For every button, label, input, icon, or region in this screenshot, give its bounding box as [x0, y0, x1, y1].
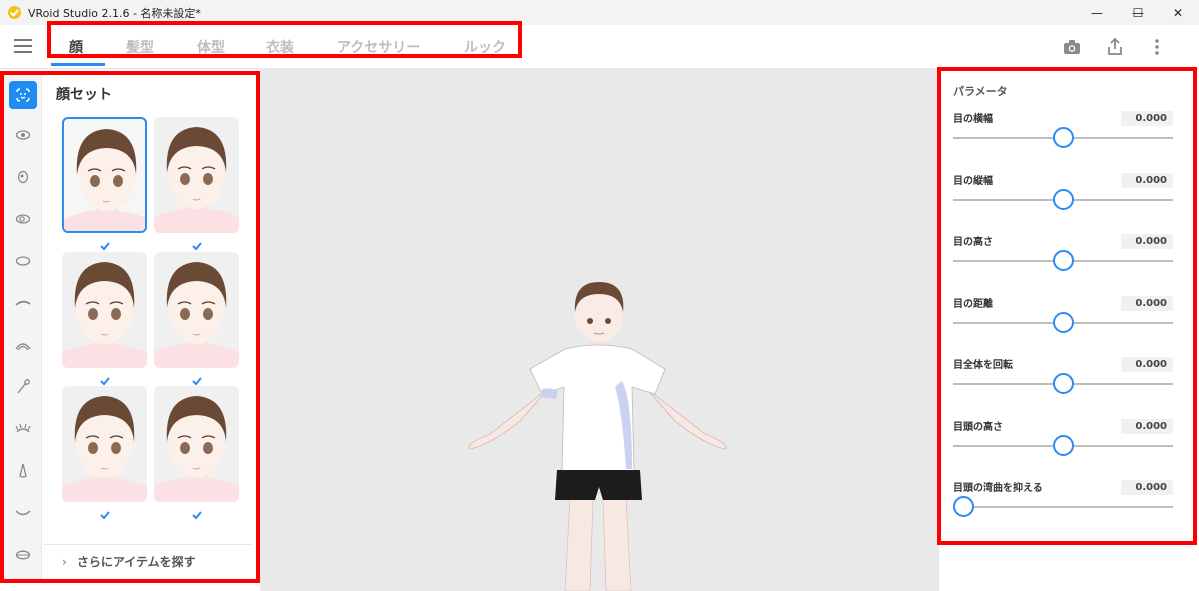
vroid-app-icon: [8, 6, 21, 19]
chevron-right-icon: ›: [62, 554, 67, 569]
checkmark-icon: [191, 237, 203, 251]
parameter-label: 目の高さ: [953, 237, 993, 248]
parameter-value-field[interactable]: 0.000: [1121, 234, 1173, 249]
hamburger-menu-icon[interactable]: [14, 39, 32, 53]
eye-outline-icon[interactable]: [9, 205, 37, 233]
eye-white-icon[interactable]: [9, 247, 37, 275]
3d-viewport[interactable]: [260, 69, 939, 591]
parameter-label: 目全体を回転: [953, 360, 1013, 371]
face-icon[interactable]: [9, 81, 37, 109]
find-more-items-button[interactable]: › さらにアイテムを探す: [44, 544, 252, 578]
parameter-value-field[interactable]: 0.000: [1121, 296, 1173, 311]
parameter-label: 目の縦幅: [953, 176, 993, 187]
parameter-value-field[interactable]: 0.000: [1121, 357, 1173, 372]
face-set-item[interactable]: [154, 386, 239, 502]
tab-hairstyle[interactable]: 髪型: [126, 37, 154, 57]
eyelash-icon[interactable]: [9, 415, 37, 443]
minimize-button[interactable]: —: [1074, 0, 1120, 25]
parameter-label: 目の距離: [953, 299, 993, 310]
parameter-value-field[interactable]: 0.000: [1121, 419, 1173, 434]
slider-knob[interactable]: [1053, 435, 1074, 456]
slider-knob[interactable]: [1053, 373, 1074, 394]
iris-icon[interactable]: [9, 163, 37, 191]
ear-icon[interactable]: [9, 541, 37, 569]
active-tab-indicator: [51, 63, 105, 66]
face-preview: [154, 396, 239, 502]
checkmark-icon: [99, 237, 111, 251]
checkmark-icon: [191, 506, 203, 520]
tab-look[interactable]: ルック: [464, 37, 506, 57]
face-preview: [154, 127, 239, 233]
checkmark-icon: [191, 372, 203, 386]
checkmark-icon: [99, 372, 111, 386]
face-set-item[interactable]: [62, 386, 147, 502]
more-vertical-icon[interactable]: [1147, 37, 1167, 57]
face-set-item[interactable]: [154, 252, 239, 368]
avatar-model: [468, 282, 727, 591]
close-button[interactable]: ✕: [1155, 0, 1199, 25]
face-preview: [64, 129, 145, 231]
slider-track[interactable]: [953, 506, 1173, 508]
mouth-icon[interactable]: [9, 499, 37, 527]
category-icon-rail: [4, 75, 42, 579]
tab-outfit[interactable]: 衣装: [266, 37, 294, 57]
face-preview: [62, 262, 147, 368]
parameter-value-field[interactable]: 0.000: [1121, 111, 1173, 126]
parameter-label: 目の横幅: [953, 114, 993, 125]
find-more-items-label: さらにアイテムを探す: [76, 555, 196, 569]
parameter-value-field[interactable]: 0.000: [1121, 480, 1173, 495]
slider-knob[interactable]: [953, 496, 974, 517]
slider-knob[interactable]: [1053, 189, 1074, 210]
tab-face[interactable]: 顔: [69, 37, 83, 57]
eyelid-icon[interactable]: [9, 331, 37, 359]
camera-icon[interactable]: [1062, 37, 1082, 57]
slider-knob[interactable]: [1053, 312, 1074, 333]
face-preview: [154, 262, 239, 368]
face-set-title: 顔セット: [56, 87, 112, 103]
face-set-item[interactable]: [154, 117, 239, 233]
checkmark-icon: [99, 506, 111, 520]
eyeshadow-brush-icon[interactable]: [9, 373, 37, 401]
parameter-label: 目頭の高さ: [953, 422, 1003, 433]
parameter-value-field[interactable]: 0.000: [1121, 173, 1173, 188]
face-set-item[interactable]: [62, 252, 147, 368]
eye-icon[interactable]: [9, 121, 37, 149]
tab-accessory[interactable]: アクセサリー: [337, 37, 420, 57]
parameters-title: パラメータ: [953, 85, 1008, 98]
window-title: VRoid Studio 2.1.6 - 名称未設定*: [28, 6, 201, 20]
share-icon[interactable]: [1105, 37, 1125, 57]
face-preview: [62, 396, 147, 502]
face-set-item[interactable]: [62, 117, 147, 233]
parameter-label: 目頭の湾曲を抑える: [953, 483, 1043, 494]
eyebrow-icon[interactable]: [9, 289, 37, 317]
tab-body[interactable]: 体型: [197, 37, 225, 57]
slider-knob[interactable]: [1053, 127, 1074, 148]
slider-knob[interactable]: [1053, 250, 1074, 271]
nose-icon[interactable]: [9, 457, 37, 485]
